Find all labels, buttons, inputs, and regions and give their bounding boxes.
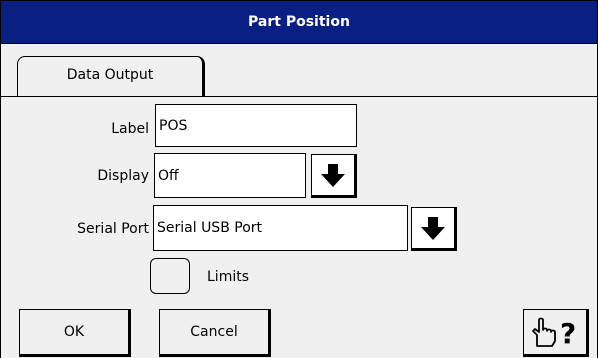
label-caption: Label [111, 121, 149, 137]
title-bar: Part Position [1, 1, 597, 43]
help-button[interactable]: ? [523, 309, 589, 357]
window-title: Part Position [248, 14, 350, 30]
arrow-down-icon [321, 164, 345, 187]
arrow-down-icon [421, 217, 445, 240]
tab-label: Data Output [66, 67, 154, 83]
display-caption: Display [97, 168, 149, 184]
limits-caption: Limits [207, 269, 249, 285]
serial-port-caption: Serial Port [77, 221, 149, 237]
ok-label: OK [63, 324, 85, 340]
display-select[interactable]: Off [154, 153, 306, 198]
tab-strip: Data Output [1, 43, 597, 97]
part-position-dialog: Part Position Data Output Label POS Disp… [0, 0, 598, 358]
serial-port-dropdown-button[interactable] [411, 207, 457, 251]
label-input[interactable]: POS [155, 104, 357, 147]
cancel-button[interactable]: Cancel [159, 309, 271, 357]
svg-text:?: ? [560, 317, 576, 349]
hand-question-icon: ? [532, 317, 576, 349]
cancel-label: Cancel [190, 324, 238, 340]
limits-checkbox[interactable] [150, 258, 190, 294]
ok-button[interactable]: OK [19, 309, 131, 357]
display-dropdown-button[interactable] [311, 154, 357, 198]
display-value: Off [158, 167, 179, 184]
serial-port-value: Serial USB Port [157, 220, 263, 236]
label-value: POS [159, 117, 188, 134]
serial-port-select[interactable]: Serial USB Port [153, 205, 408, 251]
tab-content: Label POS Display Off Serial Port Serial… [1, 96, 597, 358]
tab-data-output[interactable]: Data Output [17, 56, 205, 96]
